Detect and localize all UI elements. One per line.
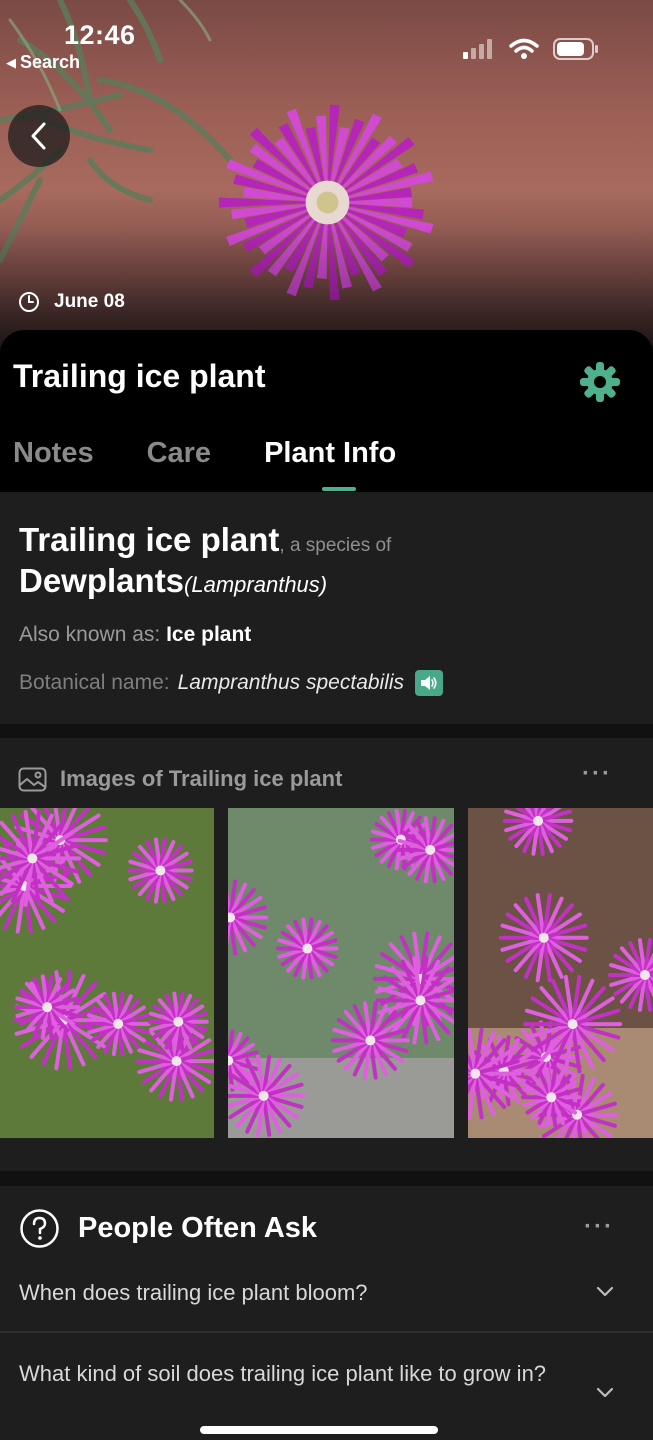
images-more-icon[interactable]: ··· xyxy=(582,760,612,788)
images-heading: Images of Trailing ice plant xyxy=(18,766,342,792)
active-tab-indicator xyxy=(322,487,356,491)
cellular-signal-icon xyxy=(463,39,492,59)
tab-plant-info[interactable]: Plant Info xyxy=(264,437,396,470)
flower-cluster-image xyxy=(0,808,214,1138)
genus-line: Dewplants(Lampranthus) xyxy=(19,562,327,600)
divider xyxy=(0,1331,653,1333)
plant-hero-photo: 12:46 ◀ Search June 08 xyxy=(0,0,653,345)
common-name: Trailing ice plant xyxy=(19,521,280,558)
botanical-name-row: Botanical name: Lampranthus spectabilis xyxy=(19,670,444,696)
status-icons xyxy=(463,37,599,61)
pronounce-button[interactable] xyxy=(415,670,444,696)
back-button[interactable] xyxy=(8,105,70,167)
question-circle-icon xyxy=(20,1209,59,1248)
aka-label: Also known as: xyxy=(19,623,161,646)
home-indicator xyxy=(200,1426,438,1434)
species-line: Trailing ice plant, a species of xyxy=(19,521,391,559)
genus-name: (Lampranthus) xyxy=(184,572,328,597)
plant-tabs: Notes Care Plant Info xyxy=(13,437,449,470)
status-time: 12:46 xyxy=(64,20,136,50)
tab-notes[interactable]: Notes xyxy=(13,437,94,470)
people-ask-more-icon[interactable]: ··· xyxy=(584,1213,614,1241)
people-ask-heading-text: People Often Ask xyxy=(78,1212,318,1244)
chevron-left-icon xyxy=(31,122,46,150)
battery-icon xyxy=(553,38,598,60)
chevron-down-icon xyxy=(596,1286,614,1297)
species-of-text: , a species of xyxy=(279,535,392,556)
tab-care[interactable]: Care xyxy=(147,437,212,470)
settings-gear-icon[interactable] xyxy=(578,360,622,404)
question-text: What kind of soil does trailing ice plan… xyxy=(19,1361,547,1386)
aka-value: Ice plant xyxy=(166,623,252,646)
clock-icon xyxy=(19,292,39,312)
question-text: When does trailing ice plant bloom? xyxy=(19,1280,368,1305)
gallery-icon xyxy=(18,767,47,791)
wifi-icon xyxy=(509,38,539,59)
flower-cluster-image xyxy=(228,808,454,1138)
back-triangle-icon: ◀ xyxy=(6,54,16,70)
flower-cluster-image xyxy=(468,808,653,1138)
photo-date: June 08 xyxy=(18,291,125,313)
question-item[interactable]: When does trailing ice plant bloom? xyxy=(0,1270,653,1332)
people-ask-heading: People Often Ask xyxy=(19,1208,317,1249)
botanical-label: Botanical name: xyxy=(19,671,170,694)
images-heading-text: Images of Trailing ice plant xyxy=(60,766,343,791)
photo-date-text: June 08 xyxy=(54,291,125,312)
plant-image-3[interactable] xyxy=(468,808,653,1138)
page-title: Trailing ice plant xyxy=(13,358,266,394)
question-item[interactable]: What kind of soil does trailing ice plan… xyxy=(0,1357,653,1427)
botanical-value: Lampranthus spectabilis xyxy=(177,671,405,694)
also-known-as: Also known as: Ice plant xyxy=(19,623,251,647)
plant-image-2[interactable] xyxy=(228,808,454,1138)
family-common-name[interactable]: Dewplants xyxy=(19,562,184,599)
back-to-search[interactable]: ◀ Search xyxy=(6,52,80,73)
back-to-search-label: Search xyxy=(20,52,81,72)
speaker-icon xyxy=(421,676,437,690)
plant-image-1[interactable] xyxy=(0,808,214,1138)
chevron-down-icon xyxy=(596,1387,614,1398)
